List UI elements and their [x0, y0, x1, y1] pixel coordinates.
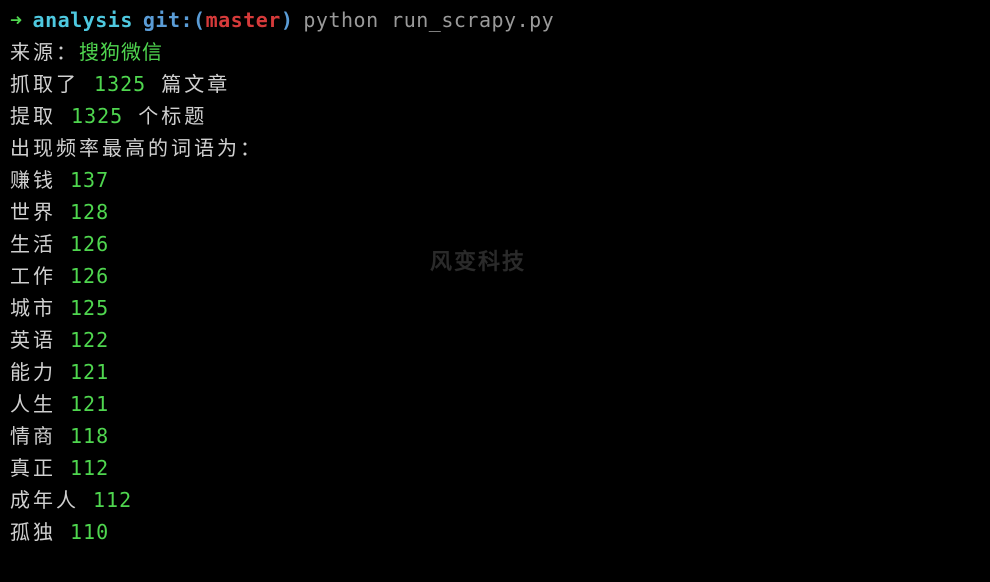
word-count: 118: [70, 420, 109, 452]
source-label: 来源：: [10, 40, 79, 64]
word-term: 能力: [10, 356, 56, 388]
word-count: 125: [70, 292, 109, 324]
word-count: 112: [93, 484, 132, 516]
word-count: 128: [70, 196, 109, 228]
scraped-prefix: 抓取了: [10, 72, 79, 96]
word-row: 成年人 112: [10, 484, 980, 516]
word-count: 110: [70, 516, 109, 548]
word-count: 126: [70, 260, 109, 292]
word-row: 世界 128: [10, 196, 980, 228]
word-count: 137: [70, 164, 109, 196]
word-term: 工作: [10, 260, 56, 292]
word-count: 121: [70, 388, 109, 420]
prompt-command[interactable]: python run_scrapy.py: [303, 4, 554, 36]
word-row: 孤独 110: [10, 516, 980, 548]
extracted-suffix: 个标题: [138, 104, 207, 128]
word-term: 真正: [10, 452, 56, 484]
prompt-directory: analysis: [33, 4, 133, 36]
word-row: 赚钱 137: [10, 164, 980, 196]
word-row: 人生 121: [10, 388, 980, 420]
prompt-arrow-icon: ➜: [10, 4, 23, 36]
word-count: 126: [70, 228, 109, 260]
word-count: 122: [70, 324, 109, 356]
source-value: 搜狗微信: [79, 40, 163, 64]
word-row: 真正 112: [10, 452, 980, 484]
output-extracted-line: 提取 1325 个标题: [10, 100, 980, 132]
scraped-suffix: 篇文章: [161, 72, 230, 96]
prompt-branch: master: [206, 4, 281, 36]
word-term: 英语: [10, 324, 56, 356]
word-count: 121: [70, 356, 109, 388]
extracted-prefix: 提取: [10, 104, 56, 128]
output-source-line: 来源：搜狗微信: [10, 36, 980, 68]
word-term: 生活: [10, 228, 56, 260]
word-term: 成年人: [10, 484, 79, 516]
scraped-count: 1325: [94, 72, 146, 96]
word-row: 英语 122: [10, 324, 980, 356]
prompt-git-close: ): [281, 4, 294, 36]
word-row: 生活 126: [10, 228, 980, 260]
word-count: 112: [70, 452, 109, 484]
terminal-prompt: ➜ analysis git:(master) python run_scrap…: [10, 4, 980, 36]
word-row: 城市 125: [10, 292, 980, 324]
prompt-git-label: git:(: [143, 4, 206, 36]
word-term: 赚钱: [10, 164, 56, 196]
word-term: 城市: [10, 292, 56, 324]
word-frequency-list: 赚钱 137 世界 128 生活 126 工作 126 城市 125 英语 122 能力 121 人生 121…: [10, 164, 980, 548]
word-row: 情商 118: [10, 420, 980, 452]
word-term: 情商: [10, 420, 56, 452]
output-freq-header: 出现频率最高的词语为：: [10, 132, 980, 164]
word-term: 人生: [10, 388, 56, 420]
output-scraped-line: 抓取了 1325 篇文章: [10, 68, 980, 100]
word-row: 工作 126: [10, 260, 980, 292]
word-row: 能力 121: [10, 356, 980, 388]
word-term: 孤独: [10, 516, 56, 548]
word-term: 世界: [10, 196, 56, 228]
extracted-count: 1325: [71, 104, 123, 128]
